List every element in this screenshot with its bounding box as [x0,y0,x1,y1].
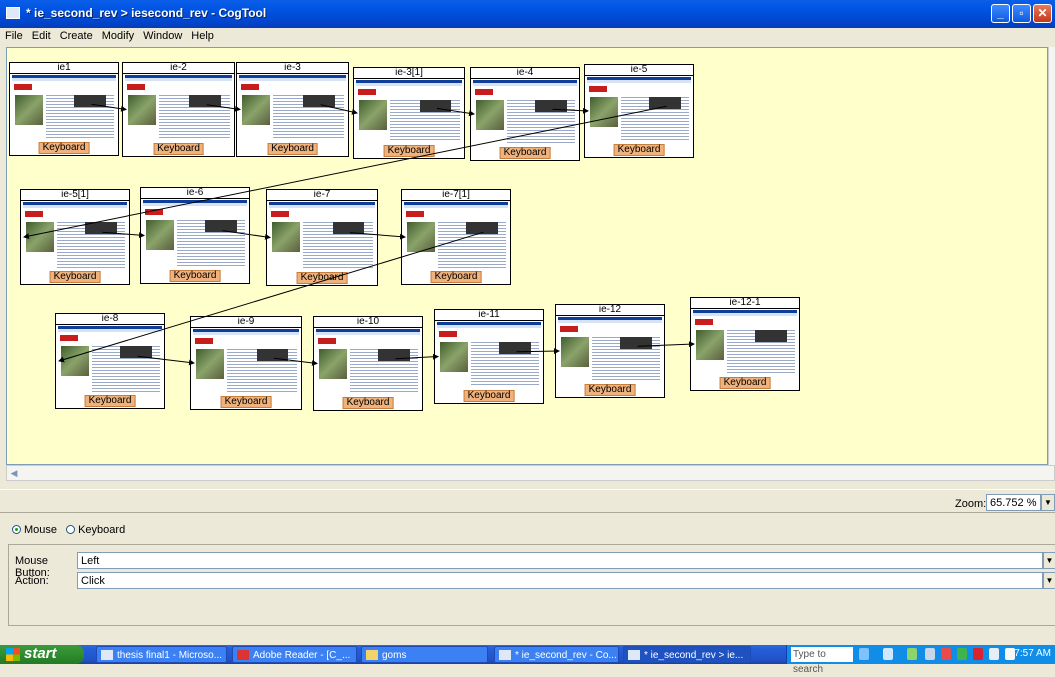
transition-arrow[interactable] [273,357,318,366]
security-icon[interactable] [941,648,951,660]
system-tray: Type to search 7:57 AM [786,645,1055,675]
transition-arrow[interactable] [102,231,145,239]
transition-arrow[interactable] [320,104,358,115]
network-icon[interactable] [883,648,893,660]
mail-icon[interactable] [973,648,983,660]
windows-logo-icon [6,648,20,661]
menu-bar: File Edit Create Modify Window Help [0,28,1055,46]
menu-modify[interactable]: Modify [97,28,138,42]
mouse-radio-label[interactable]: Mouse [24,524,57,536]
mouse-button-dropdown-icon[interactable]: ▼ [1043,552,1055,569]
scroll-left-icon[interactable]: ◀ [7,466,21,480]
mouse-radio[interactable] [12,525,21,534]
design-canvas[interactable]: ie1 Keyboard ie-2 Keyboard ie-3 Keyboard ie-3[… [6,47,1048,465]
zoom-bar: Zoom: 65.752 % ▼ [0,489,1055,513]
transition-arrow[interactable] [23,105,667,239]
search-dropdown-icon[interactable] [859,648,869,660]
transition-arrow[interactable] [516,348,560,355]
window-title: * ie_second_rev > iesecond_rev - CogTool [26,6,267,20]
zoom-dropdown-arrow-icon[interactable]: ▼ [1041,494,1055,511]
menu-window[interactable]: Window [138,28,186,42]
windows-taskbar: start thesis final1 - Microso... Adobe R… [0,645,1055,675]
taskbar-item-cogtool-2[interactable]: * ie_second_rev > ie... [623,646,751,663]
cogtool-app-icon[interactable] [6,7,20,19]
action-select[interactable]: Click [77,572,1043,589]
transition-arrow[interactable] [58,231,484,363]
transition-arrow[interactable] [91,103,127,112]
title-bar[interactable]: * ie_second_rev > iesecond_rev - CogTool… [0,0,1055,28]
restore-button[interactable]: ▫ [1012,4,1031,23]
transition-arrow[interactable] [206,104,241,112]
taskbar-item-cogtool-1[interactable]: * ie_second_rev - Co... [494,646,619,663]
signal-icon[interactable] [907,648,917,660]
folder-icon [366,650,378,660]
mouse-button-select[interactable]: Left [77,552,1043,569]
vertical-scrollbar[interactable] [1048,47,1055,465]
action-label: Action: [15,575,49,587]
menu-help[interactable]: Help [186,28,218,42]
transition-arrow[interactable] [137,355,195,366]
app-tray-icon[interactable] [957,648,967,660]
transition-arrow[interactable] [436,107,475,117]
taskbar-item-label: goms [382,650,407,661]
action-dropdown-icon[interactable]: ▼ [1043,572,1055,589]
transition-arrow[interactable] [552,107,589,114]
adobe-reader-icon [237,650,249,660]
clock: 7:57 AM [1014,648,1051,659]
cogtool-icon [499,650,511,660]
word-icon [101,650,113,660]
volume-icon[interactable] [989,648,999,660]
cogtool-icon [628,650,640,660]
menu-file[interactable]: File [0,28,27,42]
minimize-button[interactable]: _ [991,4,1010,23]
menu-create[interactable]: Create [55,28,97,42]
zoom-label: Zoom: [955,498,987,510]
taskbar-item-goms[interactable]: goms [361,646,488,663]
transition-arrow[interactable] [349,232,406,240]
transition-arrow[interactable] [395,353,439,360]
taskbar-search-input[interactable]: Type to search [791,647,853,675]
transition-arrow[interactable] [637,341,695,348]
start-label: start [24,645,57,662]
taskbar-item-adobe[interactable]: Adobe Reader - [C_... [232,646,357,663]
keyboard-radio-label[interactable]: Keyboard [78,524,125,536]
transition-properties-panel: Mouse Button: Left ▼ Action: Click ▼ [8,544,1055,626]
taskbar-item-label: thesis final1 - Microso... [117,650,223,661]
taskbar-item-label: * ie_second_rev - Co... [515,650,617,661]
taskbar-item-label: * ie_second_rev > ie... [644,650,744,661]
device-selector: Mouse Keyboard [12,524,131,540]
transition-arrow[interactable] [222,230,271,240]
display-icon[interactable] [925,648,935,660]
taskbar-item-word[interactable]: thesis final1 - Microso... [96,646,227,663]
close-button[interactable]: ✕ [1033,4,1052,23]
start-button[interactable]: start [0,645,84,664]
keyboard-radio[interactable] [66,525,76,534]
menu-edit[interactable]: Edit [27,28,55,42]
taskbar-item-label: Adobe Reader - [C_... [253,650,351,661]
zoom-input[interactable]: 65.752 % [986,494,1041,511]
transition-arrows [23,103,695,366]
horizontal-scrollbar[interactable]: ◀ [6,465,1055,481]
